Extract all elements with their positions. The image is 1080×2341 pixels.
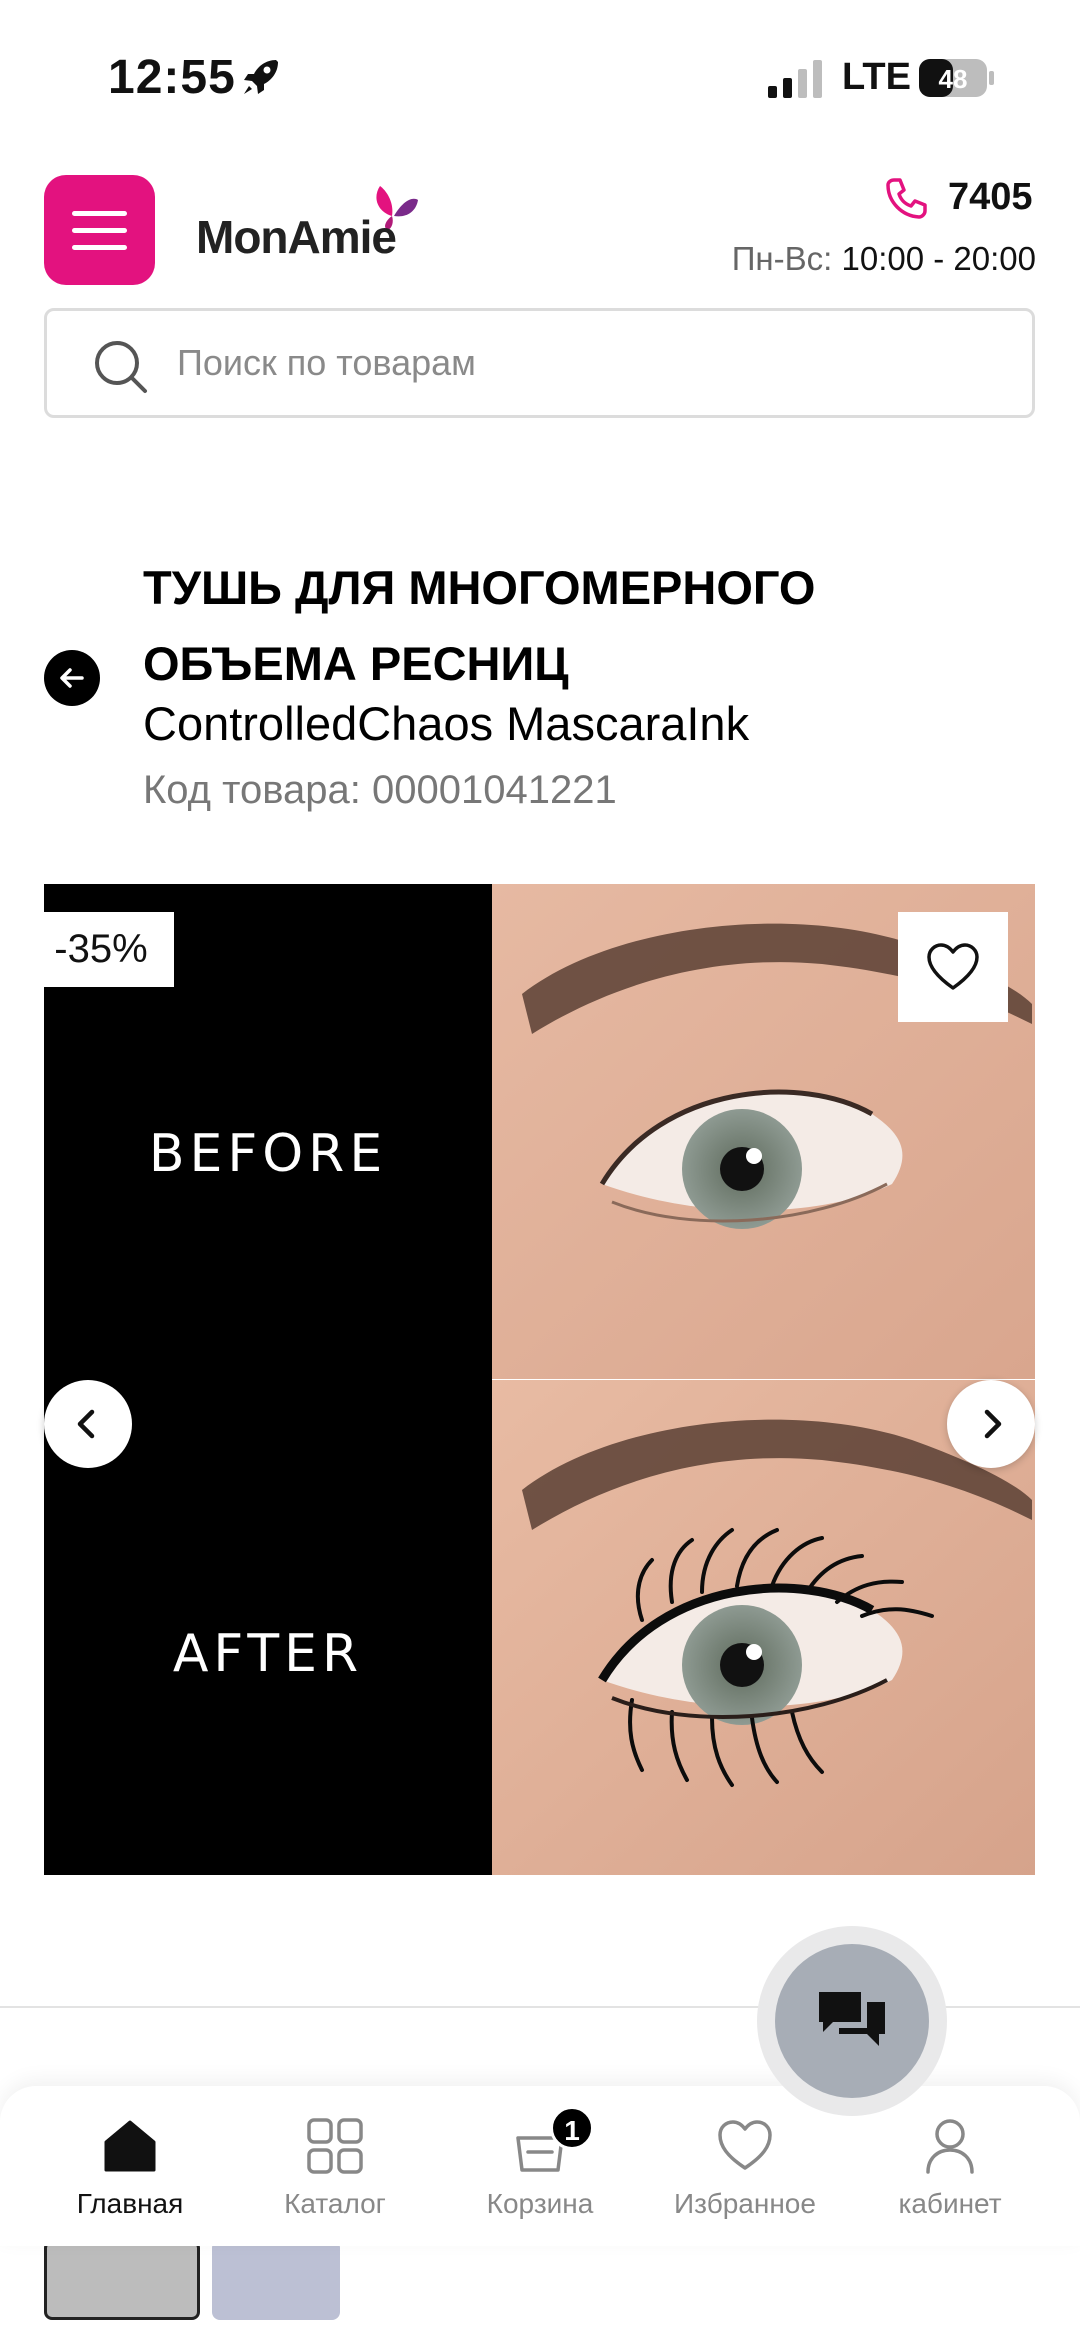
menu-line-icon	[72, 245, 127, 250]
battery-level: 48	[939, 64, 968, 94]
color-swatch[interactable]	[212, 2240, 340, 2320]
product-subtitle: ControlledChaos MascaraInk	[143, 697, 750, 750]
tab-catalog[interactable]: Каталог	[235, 2106, 435, 2226]
cart-count-badge: 1	[550, 2106, 594, 2150]
tab-home-label: Главная	[76, 2188, 184, 2219]
before-after-panel: BEFORE AFTER	[44, 884, 492, 1875]
working-hours: Пн-Вс: 10:00 - 20:00	[732, 240, 1036, 278]
menu-button[interactable]	[44, 175, 155, 285]
tab-catalog-label: Каталог	[284, 2188, 386, 2219]
phone-icon[interactable]	[884, 176, 928, 220]
product-title: ТУШЬ ДЛЯ МНОГОМЕРНОГО ОБЪЕМА РЕСНИЦ	[143, 561, 816, 690]
carousel-prev-button[interactable]	[44, 1380, 132, 1468]
product-sku: Код товара: 00001041221	[143, 768, 617, 812]
brand-logo[interactable]: MonAmie	[196, 172, 426, 272]
carousel-next-button[interactable]	[947, 1380, 1035, 1468]
logo-text: MonAmie	[196, 211, 397, 263]
chat-icon	[819, 1992, 885, 2046]
heart-icon	[718, 2120, 772, 2170]
user-icon	[926, 2119, 974, 2174]
eye-after-image	[492, 1380, 1035, 1875]
before-label: BEFORE	[148, 1124, 388, 1184]
menu-line-icon	[72, 228, 127, 233]
search-icon	[95, 341, 147, 393]
working-hours-value: 10:00 - 20:00	[841, 240, 1037, 277]
chat-button-halo	[757, 1926, 947, 2116]
chat-button[interactable]	[775, 1944, 929, 2098]
tab-cart[interactable]: 1 Корзина	[440, 2106, 640, 2226]
tab-account-label: кабинет	[898, 2188, 1002, 2219]
signal-icon	[768, 60, 822, 98]
status-time: 12:55	[108, 51, 236, 104]
chevron-left-icon	[77, 1409, 95, 1439]
add-to-favorites-button[interactable]	[898, 912, 1008, 1022]
tab-favorites[interactable]: Избранное	[645, 2106, 845, 2226]
tab-favorites-label: Избранное	[674, 2188, 816, 2219]
arrow-left-icon	[60, 668, 84, 688]
network-type: LTE	[842, 56, 911, 98]
discount-badge: -35%	[28, 912, 174, 987]
phone-number[interactable]: 7405	[948, 176, 1033, 219]
search-bar[interactable]	[44, 308, 1035, 418]
product-image-carousel[interactable]: BEFORE AFTER	[44, 884, 1035, 1875]
working-hours-label: Пн-Вс:	[731, 240, 833, 277]
catalog-grid-icon	[307, 2118, 363, 2174]
heart-outline-icon	[927, 943, 979, 990]
battery-icon: 48	[919, 59, 994, 97]
back-button[interactable]	[44, 650, 100, 706]
home-icon	[104, 2120, 156, 2172]
bottom-tab-bar: Главная Каталог 1 Корзина Избранное каби…	[0, 2086, 1080, 2246]
status-bar: 12:55 LTE 48	[0, 0, 1080, 150]
rocket-icon	[244, 60, 278, 94]
tab-cart-label: Корзина	[486, 2188, 594, 2219]
after-label: AFTER	[172, 1624, 364, 1684]
menu-line-icon	[72, 211, 127, 216]
search-input[interactable]	[177, 333, 977, 393]
tab-account[interactable]: кабинет	[850, 2106, 1050, 2226]
chevron-right-icon	[984, 1409, 1002, 1439]
color-swatch-selected[interactable]	[44, 2240, 200, 2320]
tab-home[interactable]: Главная	[30, 2106, 230, 2226]
